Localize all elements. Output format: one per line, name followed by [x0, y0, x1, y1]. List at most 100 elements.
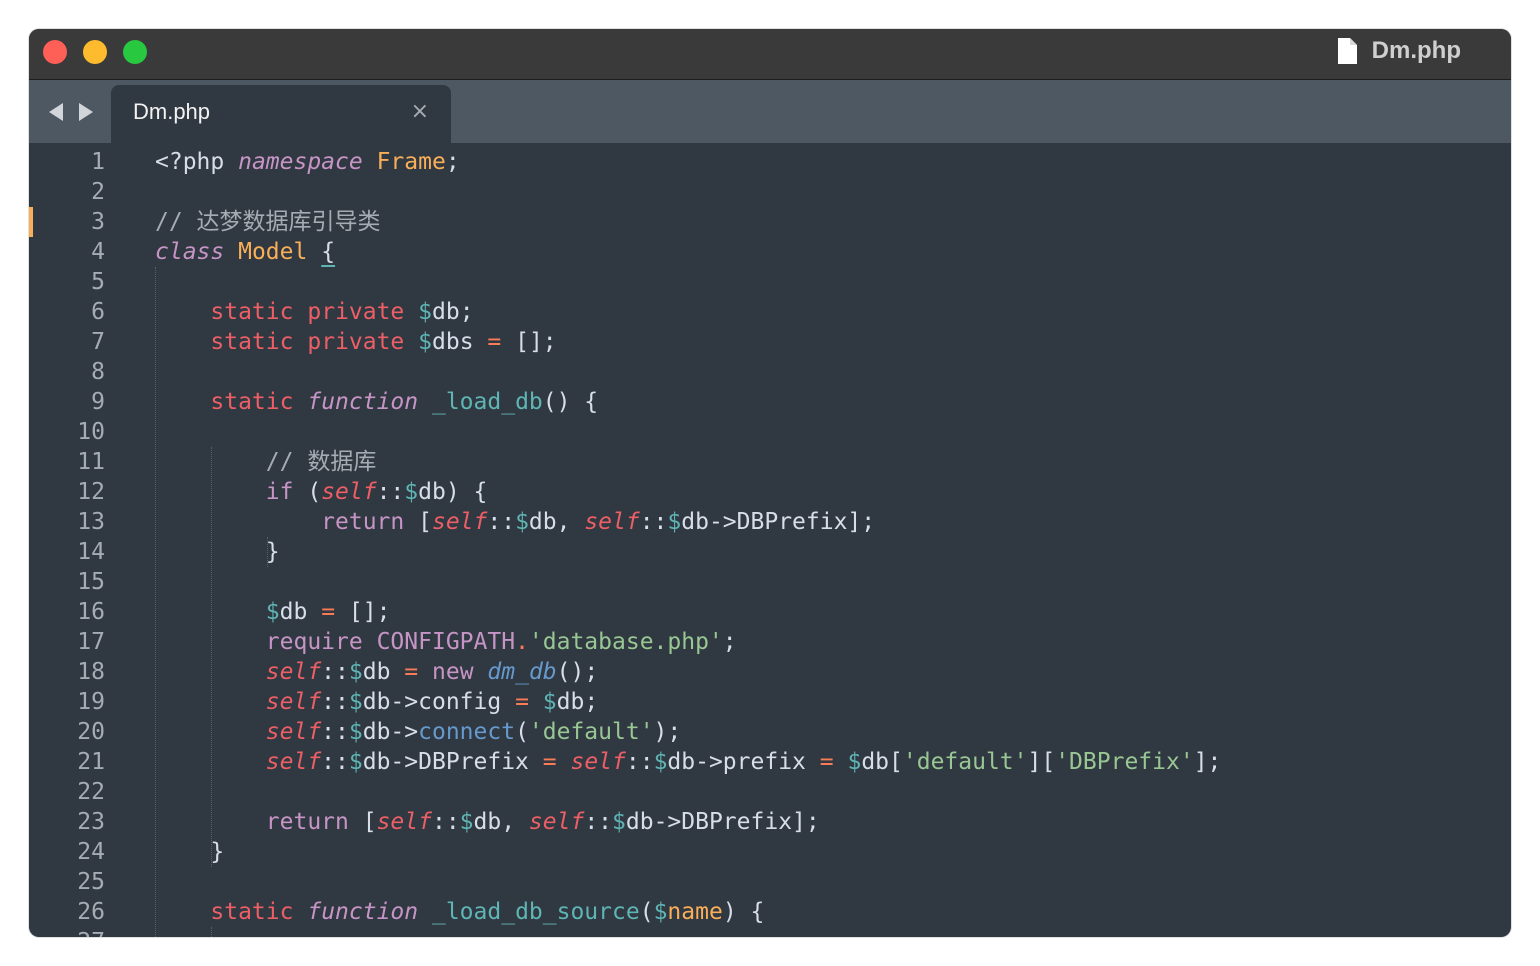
- triangle-left-icon[interactable]: [47, 102, 67, 122]
- code-token: class: [155, 239, 225, 265]
- line-number: 21: [77, 749, 105, 775]
- code-token: $: [418, 299, 432, 325]
- code-token: {: [321, 239, 336, 265]
- code-line: <?php namespace Frame;: [155, 147, 1221, 177]
- code-editor[interactable]: 1 2 3 4 5 6 7 8 9 10 11 12 13 14 15 16 17 18 19 20 21 22 23 24 2…: [29, 143, 1511, 937]
- line-number: 4: [91, 239, 105, 265]
- code-token: }: [155, 539, 280, 565]
- code-token: self: [376, 809, 432, 835]
- minimize-window-button[interactable]: [83, 40, 107, 64]
- code-token: (: [515, 719, 529, 745]
- code-token: self: [265, 749, 322, 775]
- code-token: if: [265, 479, 294, 505]
- code-token: db) {: [418, 479, 488, 505]
- maximize-window-button[interactable]: [123, 40, 147, 64]
- code-token: $: [418, 329, 432, 355]
- code-token: [: [404, 509, 432, 535]
- code-token: private: [307, 299, 405, 325]
- code-token: db->prefix: [667, 749, 820, 775]
- code-token: $: [653, 749, 668, 775]
- code-line: $db = [];: [155, 597, 1221, 627]
- code-token: db->: [362, 719, 419, 745]
- line-number: 11: [77, 449, 105, 475]
- code-token: $: [459, 809, 474, 835]
- line-number: 16: [77, 599, 105, 625]
- code-token: self: [528, 809, 585, 835]
- code-token: ::: [584, 809, 613, 835]
- line-number: 5: [91, 269, 105, 295]
- code-token: db->DBPrefix];: [681, 509, 876, 535]
- code-token: self: [265, 719, 322, 745]
- code-token: ();: [556, 659, 599, 685]
- code-token: function: [307, 899, 419, 925]
- line-number: 7: [91, 329, 105, 355]
- code-token: $: [348, 749, 363, 775]
- code-area[interactable]: <?php namespace Frame; // 达梦数据库引导类 class …: [155, 147, 1221, 937]
- code-token: db;: [432, 299, 474, 325]
- code-token: connect: [418, 719, 516, 745]
- code-token: $: [542, 689, 557, 715]
- line-number: 22: [77, 779, 105, 805]
- code-token: 'default': [528, 719, 654, 745]
- code-token: =: [487, 329, 502, 355]
- code-token: [: [348, 809, 377, 835]
- code-token: private: [307, 329, 405, 355]
- code-token: function: [307, 389, 419, 415]
- code-line: static private $db;: [155, 297, 1221, 327]
- code-token: db->DBPrefix: [362, 749, 543, 775]
- code-line: static function _load_db_source($name) {: [155, 897, 1221, 927]
- window-title-text: Dm.php: [1371, 37, 1461, 64]
- code-line: }: [155, 837, 1221, 867]
- code-token: dbs: [432, 329, 488, 355]
- code-token: db: [362, 659, 405, 685]
- line-number: 12: [77, 479, 105, 505]
- code-token: $: [348, 659, 363, 685]
- code-token: static: [210, 899, 294, 925]
- tab-close-icon[interactable]: ×: [411, 99, 429, 125]
- code-token: // 数据库: [265, 449, 377, 475]
- code-token: return: [321, 509, 405, 535]
- code-line: return [self::$db, self::$db->DBPrefix];: [155, 807, 1221, 837]
- tab-dm-php[interactable]: Dm.php ×: [111, 85, 451, 143]
- line-number: 19: [77, 689, 105, 715]
- code-token: new: [432, 659, 474, 685]
- code-token: () {: [542, 389, 599, 415]
- tab-bar: Dm.php ×: [29, 80, 1511, 143]
- code-token: self: [584, 509, 640, 535]
- code-token: static: [210, 389, 294, 415]
- code-token: ::: [625, 749, 654, 775]
- triangle-right-icon[interactable]: [75, 102, 95, 122]
- code-token: ) {: [722, 899, 765, 925]
- code-token: ;: [722, 629, 737, 655]
- code-token: ];: [1193, 749, 1222, 775]
- code-token: $: [404, 479, 419, 505]
- line-number: 1: [91, 149, 105, 175]
- code-token: ::: [321, 719, 349, 745]
- code-token: =: [515, 689, 529, 715]
- code-token: ::: [639, 509, 668, 535]
- code-token: static: [210, 329, 294, 355]
- editor-window: Dm.php Dm.php × 1 2 3 4 5 6 7 8 9 10 11 12 13 14 15 16 1…: [29, 29, 1511, 937]
- code-token: self: [570, 749, 626, 775]
- close-window-button[interactable]: [43, 40, 67, 64]
- line-number: 17: [77, 629, 105, 655]
- code-token: ::: [321, 659, 349, 685]
- code-token: self: [265, 659, 322, 685]
- line-number: 15: [77, 569, 105, 595]
- code-token: ::: [321, 689, 349, 715]
- code-line: // 达梦数据库引导类: [155, 207, 1221, 237]
- code-token: <?php: [155, 149, 239, 175]
